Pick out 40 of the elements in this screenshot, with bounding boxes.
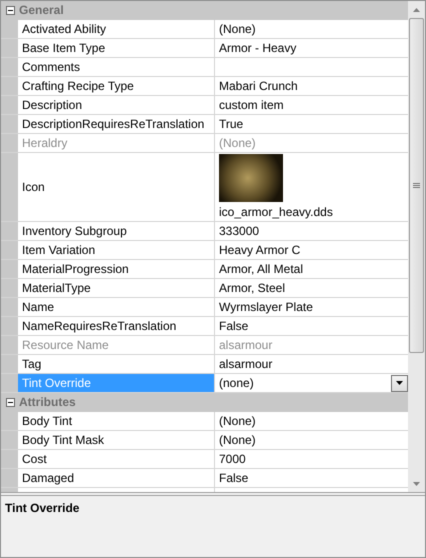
dropdown-button[interactable]	[391, 374, 408, 392]
property-name[interactable]: Description	[18, 96, 215, 114]
property-name[interactable]: Body Tint Mask	[18, 431, 215, 449]
help-title: Tint Override	[5, 501, 80, 515]
property-value[interactable]: (None)	[219, 414, 256, 428]
property-name[interactable]: NameRequiresReTranslation	[18, 317, 215, 335]
property-value[interactable]: (none)	[219, 376, 254, 390]
category-title: General	[19, 3, 64, 17]
property-value[interactable]: (None)	[219, 433, 256, 447]
photo-placeholder	[219, 154, 283, 202]
property-value[interactable]: (None)	[219, 22, 256, 36]
property-name[interactable]: Tag	[18, 355, 215, 373]
property-name[interactable]: Damaged	[18, 469, 215, 487]
property-value[interactable]: False	[219, 319, 248, 333]
property-value: ico_armor_heavy.dds	[219, 205, 334, 219]
property-name[interactable]: Cost	[18, 450, 215, 468]
property-name[interactable]: Activated Ability	[18, 20, 215, 38]
collapse-icon[interactable]	[6, 398, 15, 406]
property-name[interactable]: Item Variation	[18, 241, 215, 259]
property-name[interactable]: Body Tint	[18, 412, 215, 430]
property-name[interactable]: Name	[18, 298, 215, 316]
property-name[interactable]: Crafting Recipe Type	[18, 77, 215, 95]
collapse-icon[interactable]	[6, 6, 15, 14]
property-value[interactable]: 333000	[219, 224, 260, 238]
scroll-thumb[interactable]	[409, 18, 424, 353]
caret-icon	[396, 381, 403, 385]
property-name[interactable]: MaterialType	[18, 279, 215, 297]
property-name[interactable]: Inventory Subgroup	[18, 222, 215, 240]
category-title: Attributes	[19, 395, 76, 409]
property-value[interactable]: 7000	[219, 452, 246, 466]
property-name[interactable]: MaterialProgression	[18, 260, 215, 278]
scroll-down-icon	[413, 482, 420, 486]
property-name[interactable]: DescriptionRequiresReTranslation	[18, 115, 215, 133]
property-name[interactable]: Base Item Type	[18, 39, 215, 57]
property-value[interactable]: False	[219, 471, 248, 485]
property-name[interactable]: Icon	[18, 153, 215, 221]
scroll-up-icon	[413, 8, 420, 12]
scrollbar[interactable]	[408, 1, 425, 492]
property-value[interactable]: True	[219, 117, 244, 131]
property-name[interactable]: Comments	[18, 58, 215, 76]
